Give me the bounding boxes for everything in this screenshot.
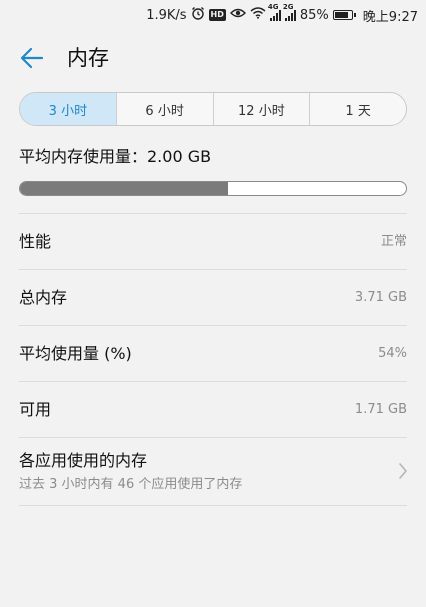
row-value: 1.71 GB [354, 402, 407, 417]
page-title: 内存 [67, 46, 109, 70]
row-value: 54% [378, 346, 407, 361]
network-speed: 1.9K/s [146, 7, 187, 23]
app-memory-usage-item[interactable]: 各应用使用的内存 过去 3 小时内有 46 个应用使用了内存 [0, 438, 426, 505]
row-performance: 性能 正常 [0, 214, 426, 269]
arrow-left-icon [20, 47, 44, 69]
clock: 晚上9:27 [362, 9, 418, 25]
eye-icon [229, 7, 246, 23]
battery-icon [332, 10, 356, 20]
back-button[interactable] [14, 42, 50, 74]
battery-percent: 85% [299, 7, 329, 23]
row-total-memory: 总内存 3.71 GB [0, 270, 426, 325]
app-memory-usage-subtitle: 过去 3 小时内有 46 个应用使用了内存 [19, 477, 243, 492]
wifi-icon [250, 7, 266, 23]
status-icons: 1.9K/s HD 4G 2G 85% 晚上9:27 [146, 3, 418, 25]
row-label: 平均使用量 (%) [19, 344, 132, 363]
network-type-label: 2G [282, 3, 294, 11]
row-average-usage-percent: 平均使用量 (%) 54% [0, 326, 426, 381]
divider [19, 505, 407, 506]
average-memory-usage: 平均内存使用量：2.00 GB [19, 147, 212, 166]
network-type-label: 4G [267, 3, 279, 11]
time-range-selector: 3 小时 6 小时 12 小时 1 天 [19, 92, 407, 126]
row-label: 可用 [19, 400, 52, 419]
row-value: 3.71 GB [354, 290, 407, 305]
row-label: 总内存 [19, 288, 68, 307]
row-available: 可用 1.71 GB [0, 382, 426, 437]
memory-usage-bar [19, 181, 407, 196]
row-label: 性能 [19, 232, 52, 251]
status-bar: 1.9K/s HD 4G 2G 85% 晚上9:27 [0, 0, 426, 30]
signal-icon: 4G [268, 3, 281, 21]
row-value: 正常 [380, 234, 407, 249]
chevron-right-icon [399, 463, 407, 479]
battery-level [334, 12, 349, 18]
time-range-1d[interactable]: 1 天 [309, 93, 406, 125]
signal-icon: 2G [283, 3, 296, 21]
memory-details-list: 性能 正常 总内存 3.71 GB 平均使用量 (%) 54% 可用 1.71 … [0, 213, 426, 506]
title-bar: 内存 [0, 38, 426, 78]
memory-usage-fill [20, 182, 229, 195]
time-range-3h[interactable]: 3 小时 [20, 93, 116, 125]
hd-icon: HD [208, 9, 226, 21]
time-range-12h[interactable]: 12 小时 [212, 93, 310, 125]
app-memory-usage-title: 各应用使用的内存 [19, 451, 148, 470]
alarm-icon [191, 6, 205, 24]
memory-screen: 1.9K/s HD 4G 2G 85% 晚上9:27 内存 3 小时 6 小时 … [0, 0, 426, 607]
time-range-6h[interactable]: 6 小时 [115, 93, 213, 125]
